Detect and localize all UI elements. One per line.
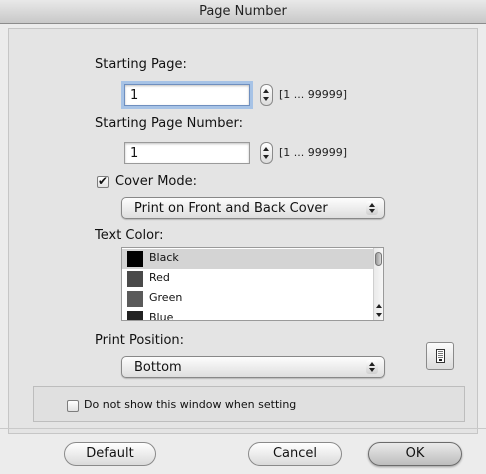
list-item[interactable]: Green <box>122 289 373 309</box>
page-number-position-icon <box>436 349 445 363</box>
window-title: Page Number <box>199 4 287 19</box>
cover-mode-label: Cover Mode: <box>115 174 197 189</box>
dont-show-label: Do not show this window when setting <box>84 398 297 411</box>
footer-divider <box>0 428 486 429</box>
text-color-list[interactable]: Black Red Green Blue <box>121 247 384 321</box>
starting-page-number-input[interactable]: 1 <box>124 142 250 164</box>
color-swatch <box>127 271 143 287</box>
list-scrollbar[interactable] <box>373 248 383 320</box>
scroll-down-icon[interactable] <box>376 313 382 317</box>
list-item-label: Blue <box>149 311 174 321</box>
list-item-label: Red <box>149 271 170 284</box>
title-bar: Page Number <box>0 0 486 24</box>
cover-mode-checkbox[interactable]: ✔ <box>97 174 109 188</box>
list-item[interactable]: Blue <box>122 309 373 321</box>
color-swatch <box>127 251 143 267</box>
print-position-label: Print Position: <box>95 333 185 348</box>
color-swatch <box>127 311 143 320</box>
list-item[interactable]: Black <box>122 249 373 269</box>
starting-page-stepper[interactable] <box>260 84 273 106</box>
checkmark-icon: ✔ <box>98 174 109 188</box>
dont-show-group: Do not show this window when setting <box>33 386 465 422</box>
list-item-label: Black <box>149 251 179 264</box>
starting-page-range: [1 ... 99999] <box>279 88 348 101</box>
text-color-label: Text Color: <box>95 228 164 243</box>
ok-button[interactable]: OK <box>368 442 462 466</box>
scrollbar-thumb[interactable] <box>375 252 382 266</box>
print-position-select[interactable]: Bottom <box>121 356 385 378</box>
print-position-value: Bottom <box>134 360 182 375</box>
cover-mode-value: Print on Front and Back Cover <box>134 201 328 216</box>
stepper-down-icon <box>263 97 269 101</box>
stepper-up-icon <box>263 147 269 151</box>
starting-page-number-range: [1 ... 99999] <box>279 146 348 159</box>
stepper-down-icon <box>263 155 269 159</box>
starting-page-number-label: Starting Page Number: <box>95 116 243 131</box>
cover-mode-select[interactable]: Print on Front and Back Cover <box>121 197 385 219</box>
stepper-up-icon <box>263 89 269 93</box>
popup-arrows-icon <box>366 360 378 374</box>
list-item-label: Green <box>149 291 183 304</box>
starting-page-number-stepper[interactable] <box>260 142 273 164</box>
starting-page-input[interactable]: 1 <box>124 84 250 106</box>
cancel-button[interactable]: Cancel <box>248 442 342 466</box>
starting-page-label: Starting Page: <box>95 57 187 72</box>
dont-show-checkbox[interactable] <box>67 400 79 412</box>
list-item[interactable]: Red <box>122 269 373 289</box>
position-preview-button[interactable] <box>426 342 454 370</box>
popup-arrows-icon <box>366 201 378 215</box>
scroll-up-icon[interactable] <box>376 304 382 308</box>
default-button[interactable]: Default <box>64 442 156 466</box>
color-swatch <box>127 291 143 307</box>
